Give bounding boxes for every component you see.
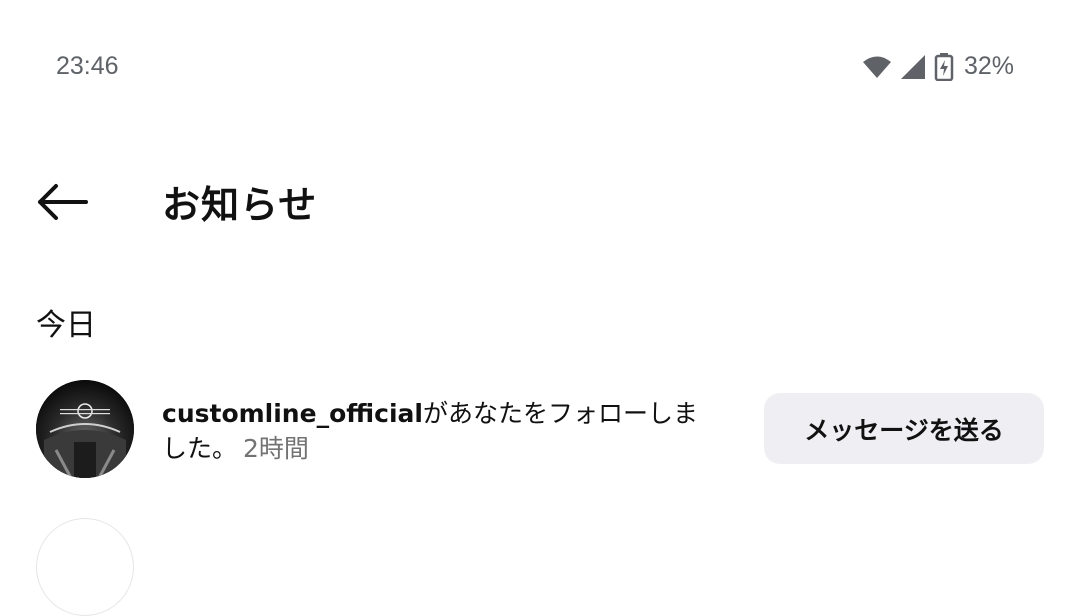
top-app-bar: お知らせ [0, 160, 1080, 240]
section-header-today: 今日 [36, 308, 96, 343]
next-item-avatar[interactable] [36, 518, 134, 616]
notification-row[interactable]: customline_officialがあなたをフォローしました。 2時間 メッセ… [0, 372, 1080, 484]
battery-percent: 32% [963, 52, 1014, 80]
send-message-button[interactable]: メッセージを送る [764, 393, 1044, 464]
arrow-left-icon [38, 184, 88, 220]
avatar[interactable] [36, 380, 134, 478]
wifi-icon [862, 54, 892, 80]
time-ago: 2時間 [243, 434, 309, 463]
status-bar: 23:46 32% [0, 0, 1080, 136]
status-time: 23:46 [56, 52, 119, 80]
username-link[interactable]: customline_official [162, 399, 423, 428]
status-icons: 32% [862, 52, 1014, 81]
cell-signal-icon [900, 54, 926, 80]
battery-charging-icon [934, 52, 954, 81]
page-title: お知らせ [162, 183, 318, 227]
notification-text: customline_officialがあなたをフォローしました。 2時間 [162, 396, 722, 466]
back-button[interactable] [34, 178, 90, 226]
